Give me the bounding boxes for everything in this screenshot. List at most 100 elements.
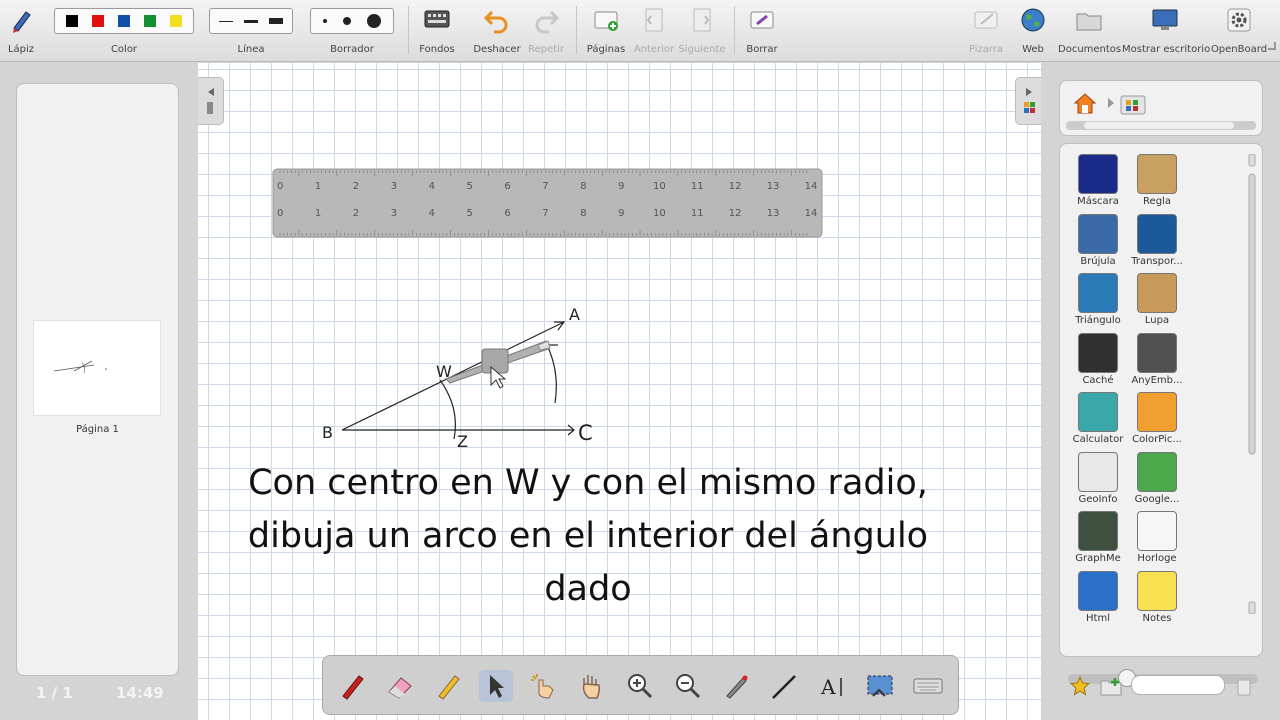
ruler-tick-label: 10 (653, 181, 666, 192)
previous-page-button[interactable]: Anterior (632, 0, 676, 62)
show-desktop-button[interactable]: Mostrar escritorio (1122, 0, 1210, 62)
page-navigator-panel: Página 1 1 / 1 14:49 (0, 63, 198, 720)
ruler-tick-label: 3 (391, 208, 397, 219)
library-item[interactable]: Caché (1068, 332, 1128, 386)
library-item[interactable]: GeoInfo (1068, 451, 1128, 505)
hand-icon (582, 675, 600, 699)
breadcrumb-scrollbar[interactable] (1066, 121, 1256, 130)
instruction-caption: Con centro en W y con el mismo radio, di… (228, 457, 948, 616)
dock-keyboard-button[interactable] (911, 670, 945, 702)
pages-button[interactable]: Páginas (582, 0, 630, 62)
dock-text-button[interactable]: A (815, 670, 849, 702)
new-folder-icon[interactable] (1099, 675, 1123, 697)
library-item[interactable]: Html (1068, 570, 1128, 624)
dock-zoom-out-button[interactable] (671, 670, 705, 702)
home-icon[interactable] (1072, 91, 1098, 115)
trash-icon[interactable] (1235, 675, 1253, 697)
library-item-icon (1137, 213, 1177, 254)
breadcrumb-arrow-icon (1108, 98, 1114, 108)
library-grid: Máscara Regla Brújula Transpor... Triángulo L… (1059, 143, 1263, 687)
library-item-icon (1078, 154, 1118, 194)
library-item[interactable]: Regla (1127, 154, 1187, 207)
library-item[interactable]: Transpor... (1127, 213, 1187, 267)
arc-interior (545, 342, 557, 404)
library-item-label: Regla (1143, 196, 1171, 207)
line-tool-icon (772, 675, 796, 699)
keyboard-grid-icon (424, 10, 450, 28)
favorite-star-icon[interactable] (1069, 675, 1091, 697)
backgrounds-button[interactable]: Fondos (414, 0, 460, 62)
library-item[interactable]: Triángulo (1068, 273, 1128, 326)
board-drawing-layer: 0011223344556677889910101111121213131414… (272, 168, 823, 451)
library-item[interactable]: ColorPic... (1127, 392, 1187, 445)
whiteboard-icon (974, 11, 998, 29)
dock-line-button[interactable] (767, 670, 801, 702)
web-button[interactable]: Web (1012, 0, 1054, 62)
openboard-menu-button[interactable]: OpenBoard (1210, 0, 1268, 62)
ruler-tick-label: 6 (504, 208, 510, 219)
ruler-tick-label: 0 (277, 208, 283, 219)
library-search-input[interactable] (1131, 675, 1225, 695)
dock-hand-button[interactable] (575, 670, 609, 702)
library-item-icon (1078, 273, 1118, 313)
pen-tool-button[interactable]: Lápiz (0, 0, 42, 62)
apps-folder-icon[interactable] (1118, 89, 1148, 117)
ruler-tick-label: 10 (653, 208, 666, 219)
library-item-icon (1137, 332, 1177, 373)
dock-interact-button[interactable] (527, 670, 561, 702)
ruler-tick-label: 12 (729, 181, 742, 192)
dock-eraser-button[interactable] (383, 670, 417, 702)
dock-select-button[interactable] (479, 670, 513, 702)
folder-icon (1076, 13, 1102, 31)
library-item[interactable]: GraphMe (1068, 511, 1128, 564)
eraser-label: Borrador (330, 44, 374, 55)
ruler-tool[interactable]: 0011223344556677889910101111121213131414 (272, 168, 823, 238)
library-item[interactable]: Google... (1127, 451, 1187, 505)
dock-laser-button[interactable] (719, 670, 753, 702)
library-item-icon (1137, 273, 1177, 313)
library-item-label: GraphMe (1075, 553, 1121, 564)
screen-capture-icon (867, 675, 893, 697)
library-item-label: Triángulo (1075, 315, 1121, 326)
point-label-z: Z (457, 432, 468, 451)
page-counter: 1 / 1 (36, 684, 73, 702)
library-item-icon (1137, 511, 1177, 551)
page-thumbnail-label: Página 1 (76, 424, 119, 435)
dock-capture-button[interactable] (863, 670, 897, 702)
gear-icon (1227, 8, 1251, 32)
thumbnail-list: Página 1 (16, 83, 179, 676)
point-label-b: B (322, 423, 333, 442)
page-thumbnail[interactable] (33, 320, 161, 416)
board-mode-button[interactable]: Pizarra (964, 0, 1008, 62)
ruler-tick-label: 0 (277, 181, 283, 192)
ruler-tick-label: 11 (691, 181, 704, 192)
library-item[interactable]: Brújula (1068, 213, 1128, 267)
library-item[interactable]: Calculator (1068, 392, 1128, 445)
keyboard-icon (913, 678, 943, 694)
ruler-tick-label: 7 (542, 208, 548, 219)
documents-button[interactable]: Documentos (1058, 0, 1121, 62)
library-item[interactable]: Lupa (1127, 273, 1187, 326)
library-vertical-scrollbar[interactable] (1248, 153, 1256, 615)
dock-highlighter-button[interactable] (431, 670, 465, 702)
clear-board-button[interactable]: Borrar (740, 0, 784, 62)
library-item[interactable]: Máscara (1068, 154, 1128, 207)
line-label: Línea (237, 44, 265, 55)
undo-button[interactable]: Deshacer (470, 0, 524, 62)
add-page-icon (594, 11, 618, 31)
library-item-label: Brújula (1080, 255, 1116, 267)
dock-pen-button[interactable] (335, 670, 369, 702)
whiteboard-canvas[interactable]: 0 0 1 1 2 2 3 3 4 4 5 5 6 6 7 7 8 8 9 9 10 10 11 11 12 12 13 13 14 14… (198, 63, 1041, 720)
library-item[interactable]: Notes (1127, 570, 1187, 624)
globe-icon (1021, 8, 1045, 32)
library-item-label: Lupa (1144, 315, 1170, 326)
ruler-tick-label: 14 (805, 181, 818, 192)
library-item[interactable]: Horloge (1127, 511, 1187, 564)
window-resize-icon[interactable] (1268, 42, 1276, 50)
redo-button[interactable]: Repetir (524, 0, 568, 62)
ruler-tick-label: 9 (618, 181, 624, 192)
text-tool-icon: A (820, 675, 842, 699)
library-item[interactable]: AnyEmb... (1127, 332, 1187, 386)
next-page-button[interactable]: Siguiente (678, 0, 726, 62)
dock-zoom-in-button[interactable] (623, 670, 657, 702)
